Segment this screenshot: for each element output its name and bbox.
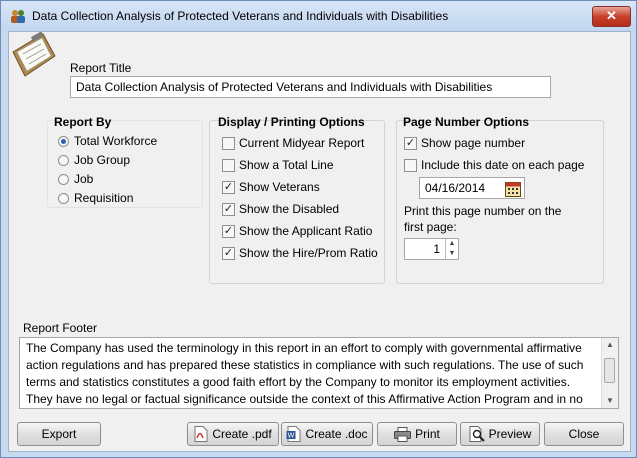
radio-requisition[interactable]: Requisition (58, 191, 133, 205)
date-value: 04/16/2014 (425, 181, 486, 195)
checkbox-indicator (222, 158, 235, 172)
radio-label: Job (74, 172, 94, 186)
checkbox-label: Include this date on each page (421, 158, 585, 172)
checkbox-label: Show the Hire/Prom Ratio (239, 246, 378, 260)
spin-buttons[interactable]: ▲ ▼ (445, 239, 458, 259)
radio-indicator (58, 135, 69, 147)
report-by-heading: Report By (54, 115, 112, 129)
magnifier-page-icon (469, 426, 485, 442)
pdf-file-icon (194, 426, 208, 442)
first-page-label-line1: Print this page number on the (404, 204, 562, 218)
check-current-midyear[interactable]: Current Midyear Report (222, 136, 364, 150)
radio-label: Total Workforce (74, 134, 158, 148)
radio-job[interactable]: Job (58, 172, 93, 186)
preview-label: Preview (488, 427, 532, 441)
calendar-icon[interactable] (505, 181, 521, 197)
app-people-icon (11, 10, 25, 23)
report-footer-text: The Company has used the terminology in … (26, 341, 584, 406)
radio-indicator (58, 173, 69, 185)
report-footer-label: Report Footer (23, 321, 98, 335)
checkbox-indicator: ✓ (404, 136, 417, 150)
checkbox-label: Show page number (421, 136, 526, 150)
radio-label: Requisition (74, 191, 134, 205)
radio-indicator (58, 192, 69, 204)
window-title: Data Collection Analysis of Protected Ve… (32, 9, 449, 23)
check-total-line[interactable]: Show a Total Line (222, 158, 334, 172)
spin-down-icon[interactable]: ▼ (446, 249, 458, 259)
spin-up-icon[interactable]: ▲ (446, 239, 458, 249)
first-page-label-line2: first page: (404, 220, 457, 234)
footer-scrollbar[interactable]: ▲ ▼ (601, 338, 618, 408)
clipboard-icon (12, 32, 56, 77)
close-label: Close (568, 427, 600, 441)
word-doc-icon: W (286, 426, 301, 442)
check-include-date[interactable]: Include this date on each page (404, 158, 584, 172)
report-footer-textarea[interactable]: The Company has used the terminology in … (19, 337, 619, 409)
scroll-thumb[interactable] (604, 358, 615, 383)
checkbox-indicator: ✓ (222, 224, 235, 238)
checkbox-indicator: ✓ (222, 202, 235, 216)
export-button[interactable]: Export (17, 422, 101, 446)
display-options-heading: Display / Printing Options (218, 115, 365, 129)
window-close-button[interactable]: ✕ (592, 6, 631, 27)
report-title-label: Report Title (70, 61, 132, 75)
create-pdf-button[interactable]: Create .pdf (187, 422, 279, 446)
check-hire-prom-ratio[interactable]: ✓ Show the Hire/Prom Ratio (222, 246, 378, 260)
checkbox-indicator (222, 136, 235, 150)
preview-button[interactable]: Preview (460, 422, 540, 446)
title-bar[interactable]: Data Collection Analysis of Protected Ve… (1, 1, 636, 31)
print-button[interactable]: Print (377, 422, 457, 446)
radio-label: Job Group (74, 153, 131, 167)
radio-job-group[interactable]: Job Group (58, 153, 130, 167)
check-applicant-ratio[interactable]: ✓ Show the Applicant Ratio (222, 224, 372, 238)
first-page-value: 1 (433, 242, 440, 256)
checkbox-indicator: ✓ (222, 246, 235, 260)
date-input[interactable]: 04/16/2014 (419, 177, 525, 199)
checkbox-label: Show the Disabled (239, 202, 340, 216)
dialog-window: Data Collection Analysis of Protected Ve… (0, 0, 637, 458)
printer-icon (394, 426, 412, 442)
radio-total-workforce[interactable]: Total Workforce (58, 134, 157, 148)
scroll-down-icon[interactable]: ▼ (602, 394, 618, 408)
checkbox-label: Show the Applicant Ratio (239, 224, 373, 238)
checkbox-label: Show a Total Line (239, 158, 334, 172)
check-show-veterans[interactable]: ✓ Show Veterans (222, 180, 320, 194)
radio-indicator (58, 154, 69, 166)
check-show-disabled[interactable]: ✓ Show the Disabled (222, 202, 339, 216)
create-doc-button[interactable]: W Create .doc (281, 422, 373, 446)
create-doc-label: Create .doc (305, 427, 368, 441)
checkbox-indicator: ✓ (222, 180, 235, 194)
page-number-heading: Page Number Options (403, 115, 530, 129)
close-button[interactable]: Close (544, 422, 624, 446)
first-page-number-stepper[interactable]: 1 ▲ ▼ (404, 238, 459, 260)
scroll-up-icon[interactable]: ▲ (602, 338, 618, 352)
checkbox-label: Current Midyear Report (239, 136, 365, 150)
create-pdf-label: Create .pdf (212, 427, 272, 441)
svg-text:W: W (288, 432, 295, 440)
print-label: Print (415, 427, 440, 441)
checkbox-label: Show Veterans (239, 180, 320, 194)
check-show-page-number[interactable]: ✓ Show page number (404, 136, 525, 150)
export-button-label: Export (41, 427, 77, 441)
checkbox-indicator (404, 158, 417, 172)
report-title-input[interactable]: Data Collection Analysis of Protected Ve… (70, 76, 551, 98)
dialog-client-area: Report Title Data Collection Analysis of… (8, 31, 631, 452)
